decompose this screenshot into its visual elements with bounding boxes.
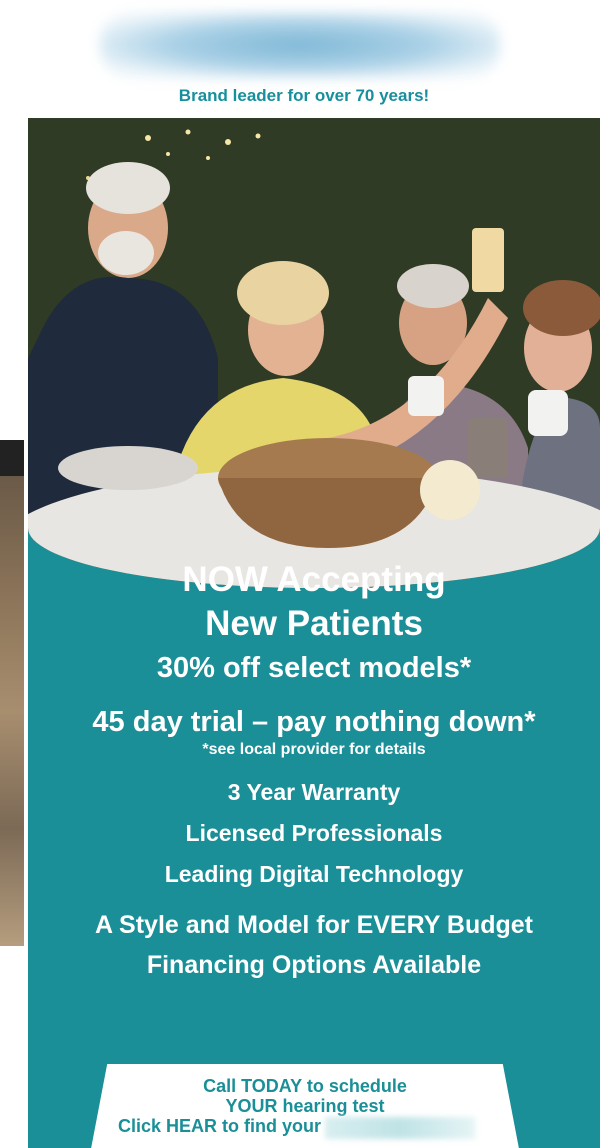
offer-disclaimer: *see local provider for details (202, 741, 426, 758)
budget-line-1: A Style and Model for EVERY Budget (94, 911, 533, 939)
benefit-professionals: Licensed Professionals (185, 820, 443, 846)
cta-button[interactable]: Call TODAY to schedule YOUR hearing test… (90, 1064, 520, 1148)
discount-offer: 30% off select models* (156, 652, 472, 684)
headline-line-1: NOW Accepting (182, 560, 446, 599)
seniors-photo-illustration (28, 118, 600, 588)
cta-line-3: Click HEAR to find your (118, 1116, 322, 1136)
ad-page: Brand leader for over 70 years! NOW Acce… (0, 0, 608, 1148)
offers-section: NOW Accepting New Patients 30% off selec… (28, 558, 600, 985)
budget-line-2: Financing Options Available (146, 951, 482, 979)
headline-line-2: New Patients (205, 604, 423, 643)
trial-offer: 45 day trial – pay nothing down* (92, 706, 536, 738)
benefit-technology: Leading Digital Technology (164, 861, 464, 887)
adjacent-ad-edge[interactable] (0, 440, 24, 946)
blurred-location-field (325, 1116, 476, 1139)
ad-card[interactable]: NOW Accepting New Patients 30% off selec… (28, 118, 600, 1148)
adjacent-ad-photo (0, 476, 24, 946)
seniors-photo (28, 118, 600, 588)
benefit-warranty: 3 Year Warranty (227, 779, 401, 805)
cta-line-1: Call TODAY to schedule (203, 1076, 407, 1096)
brand-logo-icon[interactable] (100, 12, 500, 78)
cta-line-2: YOUR hearing test (225, 1096, 385, 1116)
brand-tagline: Brand leader for over 70 years! (178, 86, 430, 105)
cta-link-row[interactable]: Click HEAR to find your (90, 1116, 520, 1139)
